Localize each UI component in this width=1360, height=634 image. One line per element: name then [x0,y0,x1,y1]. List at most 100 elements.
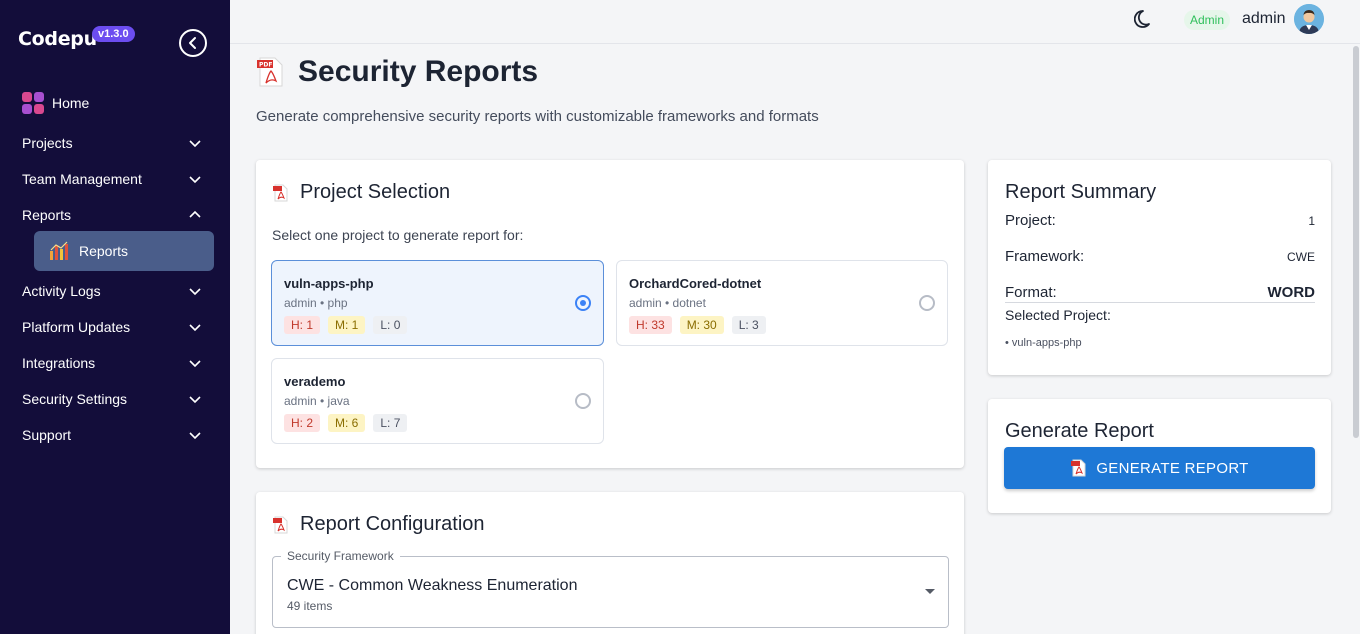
report-configuration-card: Report Configuration Security Framework … [256,492,964,634]
section-header: Report Configuration [272,513,485,536]
page-title: Security Reports [298,55,539,88]
medium-count-chip: M: 1 [328,316,366,334]
project-option-orchardcored-dotnet[interactable]: OrchardCored-dotnet admin • dotnet H: 33… [616,260,948,346]
collapse-sidebar-button[interactable] [179,29,207,57]
moon-icon[interactable] [1134,8,1156,30]
high-count-chip: H: 1 [284,316,321,334]
summary-row-format: Format: WORD [1005,284,1315,303]
sidebar-item-reports[interactable]: Reports [22,205,204,225]
pdf-icon [1071,459,1086,477]
project-option-verademo[interactable]: verademo admin • java H: 2 M: 6 L: 7 [271,358,604,444]
sidebar-item-label: Home [52,95,90,111]
page-title-row: PDF Security Reports [256,55,538,89]
svg-text:PDF: PDF [259,62,272,69]
summary-label: Framework: [1005,248,1085,265]
chevron-down-icon [189,140,201,148]
chevron-down-icon [189,176,201,184]
pdf-icon [273,516,288,533]
project-name: verademo [284,374,346,389]
low-count-chip: L: 3 [731,316,766,334]
summary-value: WORD [1267,284,1316,301]
sidebar-item-label: Projects [22,135,73,151]
section-header: Project Selection [272,181,450,204]
username[interactable]: admin [1242,10,1286,28]
sidebar-item-security-settings[interactable]: Security Settings [22,389,204,409]
medium-count-chip: M: 6 [328,414,366,432]
version-badge: v1.3.0 [92,26,135,42]
severity-chips: H: 1 M: 1 L: 0 [284,316,591,334]
sidebar-item-projects[interactable]: Projects [22,133,204,153]
section-title: Report Configuration [300,513,485,535]
high-count-chip: H: 2 [284,414,321,432]
summary-label: Format: [1005,284,1057,301]
selected-project-label: Selected Project: [1005,307,1111,323]
sidebar-item-label: Support [22,427,72,443]
sidebar-item-label: Reports [79,243,129,259]
chevron-left-icon [189,37,196,49]
sidebar-item-integrations[interactable]: Integrations [22,353,204,373]
section-title: Generate Report [1005,420,1154,442]
project-meta: admin • java [284,394,350,408]
sidebar-item-label: Team Management [22,171,142,187]
sidebar-item-label: Platform Updates [22,319,131,335]
sidebar-item-home[interactable]: Home [22,92,89,114]
selection-prompt: Select one project to generate report fo… [272,227,524,243]
section-title: Project Selection [300,181,451,203]
summary-row-framework: Framework: CWE [1005,248,1315,265]
low-count-chip: L: 7 [373,414,408,432]
sidebar-subitem-reports[interactable]: Reports [34,231,214,271]
chevron-down-icon [189,360,201,368]
severity-chips: H: 2 M: 6 L: 7 [284,414,591,432]
sidebar-item-label: Security Settings [22,391,128,407]
section-title: Report Summary [1005,181,1157,203]
project-selection-card: Project Selection Select one project to … [256,160,964,468]
project-radio[interactable] [575,295,591,311]
generate-report-button[interactable]: GENERATE REPORT [1004,447,1315,489]
chevron-down-icon [189,288,201,296]
sidebar-item-platform-updates[interactable]: Platform Updates [22,317,204,337]
app-logo[interactable]: Codepu [18,28,97,50]
chevron-down-icon [189,432,201,440]
chevron-up-icon [189,210,201,218]
summary-value: CWE [1287,249,1315,264]
sidebar-item-support[interactable]: Support [22,425,204,445]
select-label: Security Framework [281,549,400,563]
sidebar-item-team-management[interactable]: Team Management [22,169,204,189]
chevron-down-icon [189,396,201,404]
security-framework-select[interactable]: Security Framework CWE - Common Weakness… [272,549,949,628]
project-meta: admin • dotnet [629,296,706,310]
severity-chips: H: 33 M: 30 L: 3 [629,316,935,334]
page-subtitle: Generate comprehensive security reports … [256,108,819,125]
summary-row-project: Project: 1 [1005,212,1315,229]
select-subtext: 49 items [287,599,333,613]
summary-label: Project: [1005,212,1056,229]
sidebar-item-label: Activity Logs [22,283,101,299]
sidebar-item-label: Reports [22,207,72,223]
project-option-vuln-apps-php[interactable]: vuln-apps-php admin • php H: 1 M: 1 L: 0 [271,260,604,346]
medium-count-chip: M: 30 [679,316,724,334]
low-count-chip: L: 0 [373,316,408,334]
project-meta: admin • php [284,296,348,310]
high-count-chip: H: 33 [629,316,672,334]
generate-report-card: Generate Report GENERATE REPORT [988,399,1331,513]
report-summary-card: Report Summary Project: 1 Framework: CWE… [988,160,1331,375]
select-value: CWE - Common Weakness Enumeration [287,577,578,594]
caret-down-icon [925,589,935,594]
summary-value: 1 [1308,213,1315,228]
sidebar-item-activity-logs[interactable]: Activity Logs [22,281,204,301]
top-header: Admin admin [230,0,1360,44]
selected-project-value: • vuln-apps-php [1005,337,1082,349]
project-name: OrchardCored-dotnet [629,276,762,291]
project-name: vuln-apps-php [284,276,374,291]
sidebar: Codepu v1.3.0 Home Projects Team Managem… [0,0,230,634]
page-scrollbar[interactable] [1353,46,1359,438]
avatar[interactable] [1294,4,1324,34]
chevron-down-icon [189,324,201,332]
project-radio[interactable] [919,295,935,311]
project-radio[interactable] [575,393,591,409]
role-badge: Admin [1184,10,1231,30]
sidebar-item-label: Integrations [22,355,96,371]
pdf-icon [273,184,288,201]
home-icon [22,92,44,114]
pdf-icon: PDF [257,57,283,87]
